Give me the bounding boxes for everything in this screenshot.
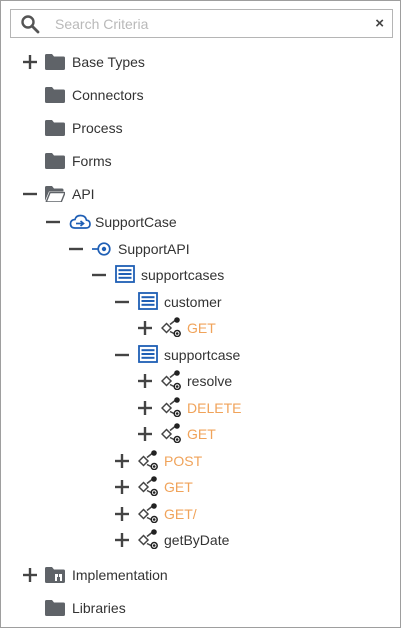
method-icon [161, 370, 183, 390]
cloud-icon [69, 214, 91, 230]
tree-item-implementation[interactable]: Implementation [72, 566, 168, 584]
tree-item-supportcase-resource[interactable]: supportcase [164, 346, 240, 364]
folder-icon [45, 600, 65, 616]
tree-item-supportcases[interactable]: supportcases [141, 266, 224, 284]
method-icon [138, 476, 160, 496]
tree-item-customer[interactable]: customer [164, 293, 222, 311]
method-icon [161, 317, 183, 337]
collapse-icon[interactable] [69, 242, 83, 256]
collapse-icon[interactable] [46, 215, 60, 229]
expand-icon[interactable] [138, 427, 152, 441]
tree-item-libraries[interactable]: Libraries [72, 599, 126, 617]
tree-item-get-by-date[interactable]: getByDate [164, 531, 229, 549]
expand-icon[interactable] [115, 533, 129, 547]
tree-item-get[interactable]: GET [164, 478, 193, 496]
collapse-icon[interactable] [115, 295, 129, 309]
method-icon [138, 503, 160, 523]
tree-item-connectors[interactable]: Connectors [72, 86, 144, 104]
tree-item-resolve[interactable]: resolve [187, 372, 232, 390]
tree-item-supportcase[interactable]: SupportCase [95, 213, 177, 231]
expand-icon[interactable] [23, 55, 37, 69]
folder-icon [45, 153, 65, 169]
api-icon [92, 241, 114, 257]
resource-icon [138, 345, 158, 363]
method-icon [161, 397, 183, 417]
folder-open-icon [45, 186, 65, 202]
tree-panel: × [0, 0, 401, 628]
tree-item-supportcase-get[interactable]: GET [187, 425, 216, 443]
folder-icon [45, 120, 65, 136]
resource-icon [138, 292, 158, 310]
expand-icon[interactable] [138, 374, 152, 388]
folder-icon [45, 54, 65, 70]
expand-icon[interactable] [115, 507, 129, 521]
folder-icon [45, 87, 65, 103]
tree-item-process[interactable]: Process [72, 119, 123, 137]
collapse-icon[interactable] [23, 187, 37, 201]
method-icon [138, 450, 160, 470]
method-icon [138, 529, 160, 549]
project-tree: Base Types Connectors Process Forms API … [1, 1, 400, 627]
expand-icon[interactable] [115, 454, 129, 468]
expand-icon[interactable] [138, 401, 152, 415]
collapse-icon[interactable] [92, 268, 106, 282]
resource-icon [115, 265, 135, 283]
tree-item-api[interactable]: API [72, 185, 95, 203]
tree-item-delete[interactable]: DELETE [187, 399, 241, 417]
tree-item-customer-get[interactable]: GET [187, 319, 216, 337]
tree-item-get-slash[interactable]: GET/ [164, 505, 197, 523]
expand-icon[interactable] [23, 568, 37, 582]
tree-item-supportapi[interactable]: SupportAPI [118, 240, 190, 258]
implementation-folder-icon [45, 567, 65, 583]
expand-icon[interactable] [115, 480, 129, 494]
collapse-icon[interactable] [115, 348, 129, 362]
tree-item-forms[interactable]: Forms [72, 152, 112, 170]
expand-icon[interactable] [138, 321, 152, 335]
tree-item-base-types[interactable]: Base Types [72, 53, 145, 71]
tree-item-post[interactable]: POST [164, 452, 202, 470]
method-icon [161, 423, 183, 443]
